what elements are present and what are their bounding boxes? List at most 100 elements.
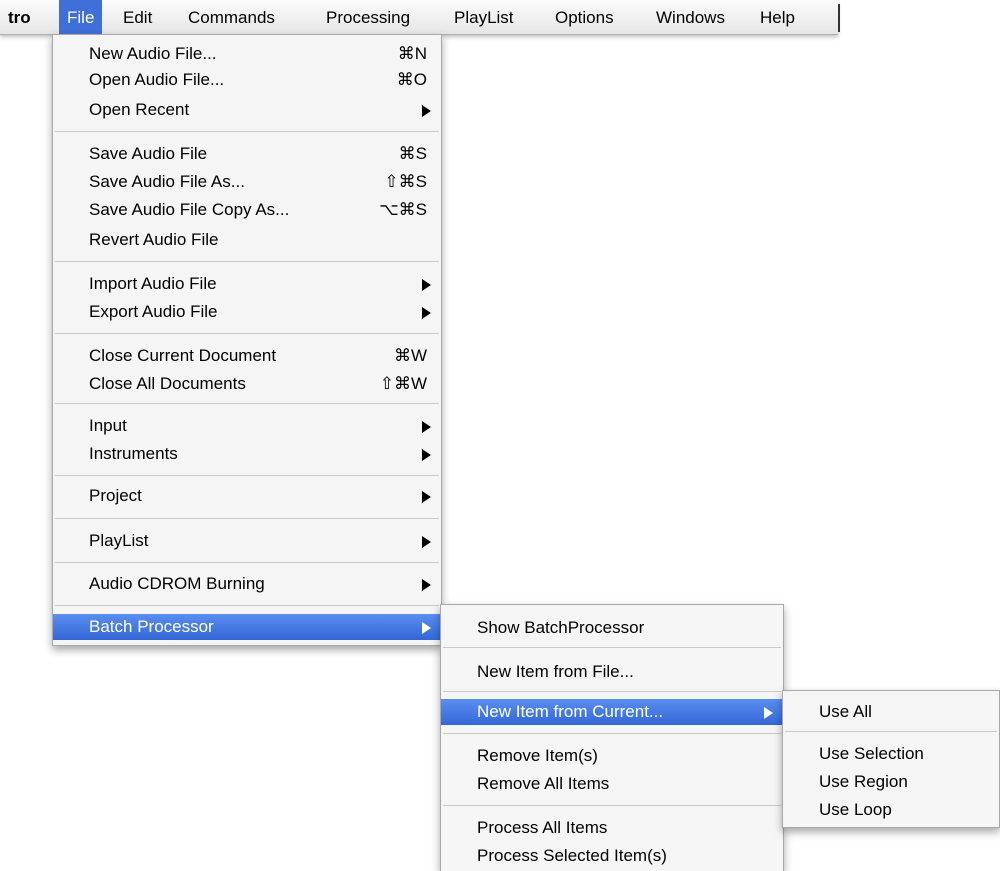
menu-item-show-batchprocessor[interactable]: Show BatchProcessor: [441, 615, 783, 641]
menu-item-label: Close All Documents: [89, 374, 246, 393]
menu-item-label: Process All Items: [477, 818, 608, 837]
submenu-arrow-icon: [422, 449, 431, 461]
submenu-arrow-icon: [422, 307, 431, 319]
menu-item-project[interactable]: Project: [53, 483, 441, 509]
menu-separator: [55, 333, 439, 334]
menu-item-shortcut: ⌘S: [398, 144, 427, 163]
menu-item-shortcut: ⌥⌘S: [379, 200, 427, 219]
menu-item-open-audio-file[interactable]: Open Audio File... ⌘O: [53, 67, 441, 93]
menu-item-open-recent[interactable]: Open Recent: [53, 97, 441, 123]
menu-windows[interactable]: Windows: [648, 0, 733, 34]
menu-item-label: Save Audio File As...: [89, 172, 245, 191]
menu-commands[interactable]: Commands: [180, 0, 283, 34]
menu-item-playlist[interactable]: PlayList: [53, 528, 441, 554]
batch-processor-submenu: Show BatchProcessor New Item from File..…: [440, 604, 784, 871]
menu-item-shortcut: ⇧⌘S: [384, 172, 427, 191]
menu-edit[interactable]: Edit: [115, 0, 160, 34]
menu-item-label: Show BatchProcessor: [477, 618, 645, 637]
menu-item-export-audio-file[interactable]: Export Audio File: [53, 299, 441, 325]
menu-separator: [443, 805, 781, 806]
menu-item-label: Batch Processor: [89, 617, 214, 636]
menu-item-revert-audio-file[interactable]: Revert Audio File: [53, 227, 441, 253]
menu-separator: [785, 731, 997, 732]
menu-item-process-selected-items[interactable]: Process Selected Item(s): [441, 843, 783, 869]
menu-item-batch-processor[interactable]: Batch Processor: [53, 614, 441, 640]
menu-item-label: Use Region: [819, 772, 908, 791]
submenu-arrow-icon: [422, 105, 431, 117]
menu-item-label: Use Selection: [819, 744, 924, 763]
menu-item-new-item-from-current[interactable]: New Item from Current...: [441, 699, 783, 725]
menu-item-label: Input: [89, 416, 127, 435]
menu-item-shortcut: ⌘O: [396, 70, 427, 89]
menu-separator: [55, 562, 439, 563]
menu-separator: [443, 733, 781, 734]
app-menu[interactable]: tro: [0, 0, 39, 34]
menu-item-close-all-documents[interactable]: Close All Documents ⇧⌘W: [53, 371, 441, 397]
menu-item-process-all-items[interactable]: Process All Items: [441, 815, 783, 841]
menu-item-remove-all-items[interactable]: Remove All Items: [441, 771, 783, 797]
menu-item-use-selection[interactable]: Use Selection: [783, 741, 999, 767]
menu-help[interactable]: Help: [752, 0, 803, 34]
menu-item-shortcut: ⇧⌘W: [379, 374, 427, 393]
menu-item-label: Revert Audio File: [89, 230, 219, 249]
menu-item-label: Save Audio File: [89, 144, 208, 163]
file-menu: New Audio File... ⌘N Open Audio File... …: [52, 34, 442, 646]
submenu-arrow-icon: [422, 421, 431, 433]
menu-item-label: Open Audio File...: [89, 70, 225, 89]
menu-item-label: Audio CDROM Burning: [89, 574, 265, 593]
menu-item-use-loop[interactable]: Use Loop: [783, 797, 999, 823]
menu-item-label: Use Loop: [819, 800, 892, 819]
menu-item-label: Close Current Document: [89, 346, 277, 365]
submenu-arrow-icon: [764, 707, 773, 719]
menu-separator: [55, 403, 439, 404]
menu-item-instruments[interactable]: Instruments: [53, 441, 441, 467]
submenu-arrow-icon: [422, 491, 431, 503]
menu-item-save-audio-file[interactable]: Save Audio File ⌘S: [53, 141, 441, 167]
menu-file[interactable]: File: [59, 0, 103, 34]
menu-item-label: New Item from File...: [477, 662, 634, 681]
menu-item-import-audio-file[interactable]: Import Audio File: [53, 271, 441, 297]
submenu-arrow-icon: [422, 622, 431, 634]
menu-item-label: Export Audio File: [89, 302, 218, 321]
menu-bar: tro File Edit Commands Processing PlayLi…: [0, 0, 838, 35]
new-item-from-current-submenu: Use All Use Selection Use Region Use Loo…: [782, 690, 1000, 828]
menu-item-label: New Item from Current...: [477, 702, 664, 721]
menu-separator: [55, 518, 439, 519]
menu-item-use-all[interactable]: Use All: [783, 699, 999, 725]
menu-item-label: PlayList: [89, 531, 149, 550]
menu-item-new-audio-file[interactable]: New Audio File... ⌘N: [53, 41, 441, 67]
menu-separator: [55, 261, 439, 262]
menu-item-label: Import Audio File: [89, 274, 217, 293]
submenu-arrow-icon: [422, 536, 431, 548]
menu-item-shortcut: ⌘W: [393, 346, 427, 365]
menu-separator: [55, 475, 439, 476]
menu-item-label: Instruments: [89, 444, 178, 463]
menu-item-label: Project: [89, 486, 142, 505]
menu-item-use-region[interactable]: Use Region: [783, 769, 999, 795]
menu-item-label: Remove Item(s): [477, 746, 598, 765]
menu-separator: [443, 647, 781, 648]
menu-item-label: Save Audio File Copy As...: [89, 200, 290, 219]
menubar-edge: [838, 4, 840, 32]
menu-item-audio-cdrom-burning[interactable]: Audio CDROM Burning: [53, 571, 441, 597]
menu-playlist[interactable]: PlayList: [446, 0, 522, 34]
menu-separator: [55, 605, 439, 606]
menu-item-close-current-document[interactable]: Close Current Document ⌘W: [53, 343, 441, 369]
menu-item-new-item-from-file[interactable]: New Item from File...: [441, 659, 783, 685]
menu-options[interactable]: Options: [547, 0, 622, 34]
menu-item-label: Use All: [819, 702, 872, 721]
menu-separator: [55, 131, 439, 132]
menu-item-label: Remove All Items: [477, 774, 610, 793]
menu-item-label: Open Recent: [89, 100, 190, 119]
menu-item-label: New Audio File...: [89, 44, 217, 63]
menu-item-remove-items[interactable]: Remove Item(s): [441, 743, 783, 769]
menu-separator: [443, 691, 781, 692]
menu-item-save-audio-file-as[interactable]: Save Audio File As... ⇧⌘S: [53, 169, 441, 195]
menu-processing[interactable]: Processing: [318, 0, 418, 34]
submenu-arrow-icon: [422, 279, 431, 291]
submenu-arrow-icon: [422, 579, 431, 591]
menu-item-label: Process Selected Item(s): [477, 846, 667, 865]
menu-item-save-audio-file-copy-as[interactable]: Save Audio File Copy As... ⌥⌘S: [53, 197, 441, 223]
menu-item-input[interactable]: Input: [53, 413, 441, 439]
menu-item-shortcut: ⌘N: [397, 44, 427, 63]
